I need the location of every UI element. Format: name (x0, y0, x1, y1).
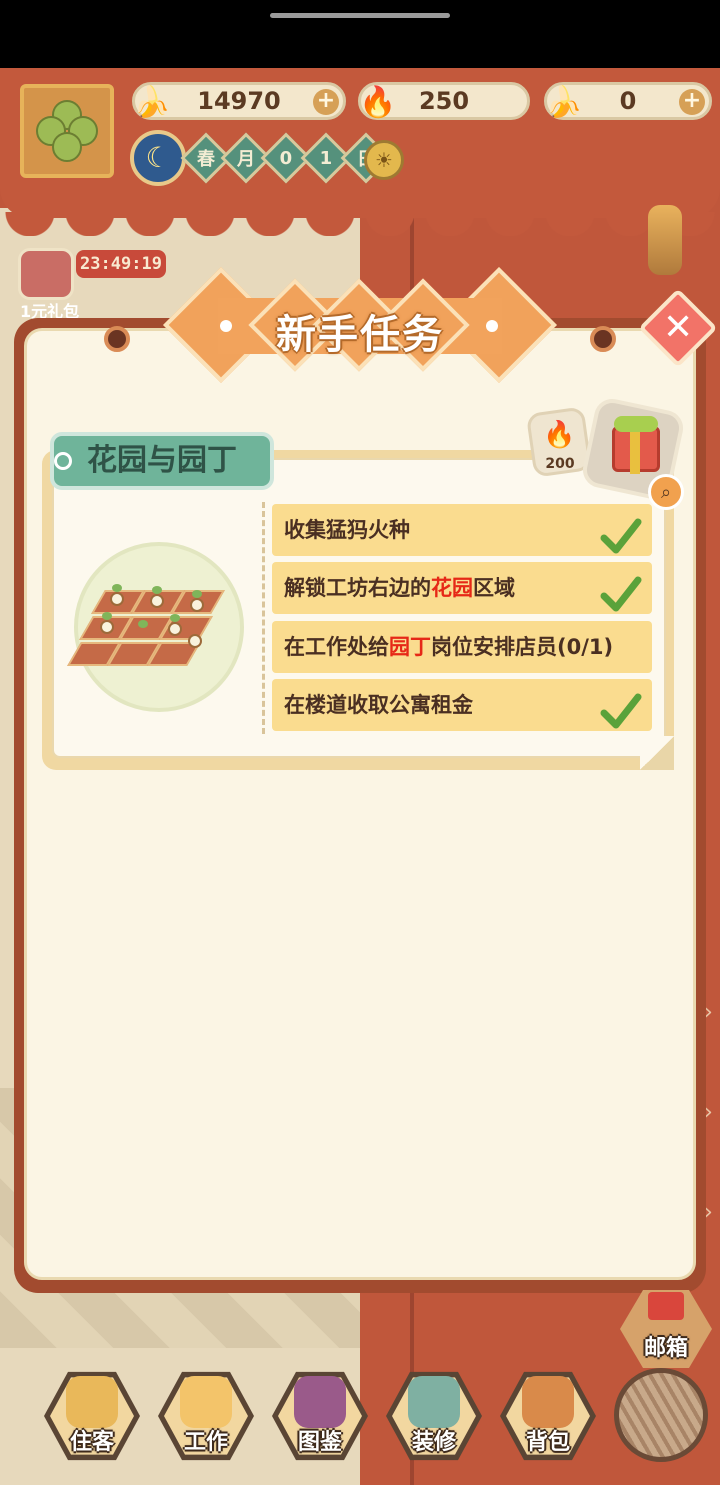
nav-collection-button[interactable]: 图鉴 (272, 1368, 368, 1464)
nav-label: 装修 (411, 1430, 456, 1455)
chevron-right-icon[interactable]: › (704, 1000, 718, 1028)
yarn-ball-button[interactable] (614, 1368, 708, 1462)
moon-counter: 🍌 0 + (544, 82, 712, 120)
task-row: 解锁工坊右边的花园区域 (272, 562, 652, 614)
modal-title: 新手任务 (276, 312, 444, 358)
fire-seed-icon: 🔥 (359, 84, 397, 120)
guest-icon (66, 1376, 118, 1428)
task-text: 解锁工坊右边的 (284, 576, 431, 600)
radish-icon (188, 634, 202, 648)
banana-counter: 🍌 14970 + (132, 82, 346, 120)
task-highlight: 园丁 (389, 635, 431, 659)
leaf-icon (102, 612, 112, 620)
radish-icon (150, 594, 164, 608)
night-moon-icon[interactable]: ☾ (130, 130, 186, 186)
mailbox-label: 邮箱 (643, 1336, 688, 1361)
task-text-after: 区域 (473, 576, 515, 600)
work-cat-icon (180, 1376, 232, 1428)
moon-value: 0 (619, 87, 637, 115)
check-icon (600, 693, 642, 729)
task-group-name: 花园与园丁 (50, 432, 274, 490)
nav-backpack-button[interactable]: 背包 (500, 1368, 596, 1464)
radish-icon (100, 620, 114, 634)
task-row: 在楼道收取公寓租金 (272, 679, 652, 731)
player-avatar[interactable] (20, 84, 114, 178)
fire-seed-icon: 🔥 (543, 420, 576, 450)
close-icon: ✕ (662, 306, 694, 348)
radish-icon (168, 622, 182, 636)
blue-moon-icon: 🍌 (545, 84, 583, 120)
notch (270, 13, 450, 18)
leaf-icon (170, 614, 180, 622)
nav-label: 图鉴 (297, 1430, 342, 1455)
chevron-right-icon[interactable]: › (704, 1100, 718, 1128)
backpack-icon (522, 1376, 574, 1428)
date-month: 月 (237, 149, 255, 170)
gift-bow (614, 416, 658, 432)
radish-icon (190, 598, 204, 612)
date-season: 春 (197, 149, 215, 170)
nav-label: 背包 (525, 1430, 570, 1455)
pin-icon (590, 326, 616, 352)
task-text: 收集猛犸火种 (284, 518, 410, 542)
chevron-right-icon[interactable]: › (704, 1200, 718, 1228)
fire-counter: 🔥 250 (358, 82, 530, 120)
leaf-icon (192, 590, 202, 598)
gift-pack-icon[interactable] (18, 248, 74, 300)
clover-icon (36, 100, 98, 162)
mailbox-icon (648, 1292, 684, 1320)
card-divider (262, 502, 265, 734)
task-text-after: 岗位安排店员(0/1) (431, 635, 614, 659)
bell-icon (648, 205, 682, 275)
nav-guests-button[interactable]: 住客 (44, 1368, 140, 1464)
leaf-icon (138, 620, 148, 628)
date-digit-2: 1 (319, 147, 333, 169)
reward-amount: 200 (545, 456, 575, 472)
date-display: 春 月 0 1 日 (180, 132, 392, 184)
add-moon-button[interactable]: + (679, 89, 705, 115)
hammer-icon (408, 1376, 460, 1428)
check-icon (600, 518, 642, 554)
modal-title-banner: 新手任务 (163, 267, 557, 384)
nav-decorate-button[interactable]: 装修 (386, 1368, 482, 1464)
task-highlight: 花园 (431, 576, 473, 600)
magnify-icon[interactable]: ⌕ (648, 474, 684, 510)
task-row: 收集猛犸火种 (272, 504, 652, 556)
nav-label: 住客 (69, 1430, 114, 1455)
card-corner-fold (640, 736, 674, 770)
nav-label: 工作 (183, 1430, 228, 1455)
book-icon (294, 1376, 346, 1428)
garden-plot-icon (67, 584, 238, 670)
nav-work-button[interactable]: 工作 (158, 1368, 254, 1464)
check-icon (600, 576, 642, 612)
task-row[interactable]: 在工作处给园丁岗位安排店员(0/1) (272, 621, 652, 673)
leaf-icon (152, 586, 162, 594)
banana-value: 14970 (197, 87, 281, 115)
event-timer: 23:49:19 (76, 250, 166, 278)
sun-icon[interactable]: ☀ (364, 140, 404, 180)
task-text: 在工作处给 (284, 635, 389, 659)
date-digit-1: 0 (279, 147, 293, 169)
status-bar (0, 0, 720, 68)
fire-value: 250 (418, 87, 470, 115)
pin-icon (104, 326, 130, 352)
leaf-icon (112, 584, 122, 592)
banana-icon: 🍌 (133, 84, 171, 120)
label-dot (54, 452, 72, 470)
radish-icon (110, 592, 124, 606)
task-text: 在楼道收取公寓租金 (284, 693, 473, 717)
add-banana-button[interactable]: + (313, 89, 339, 115)
